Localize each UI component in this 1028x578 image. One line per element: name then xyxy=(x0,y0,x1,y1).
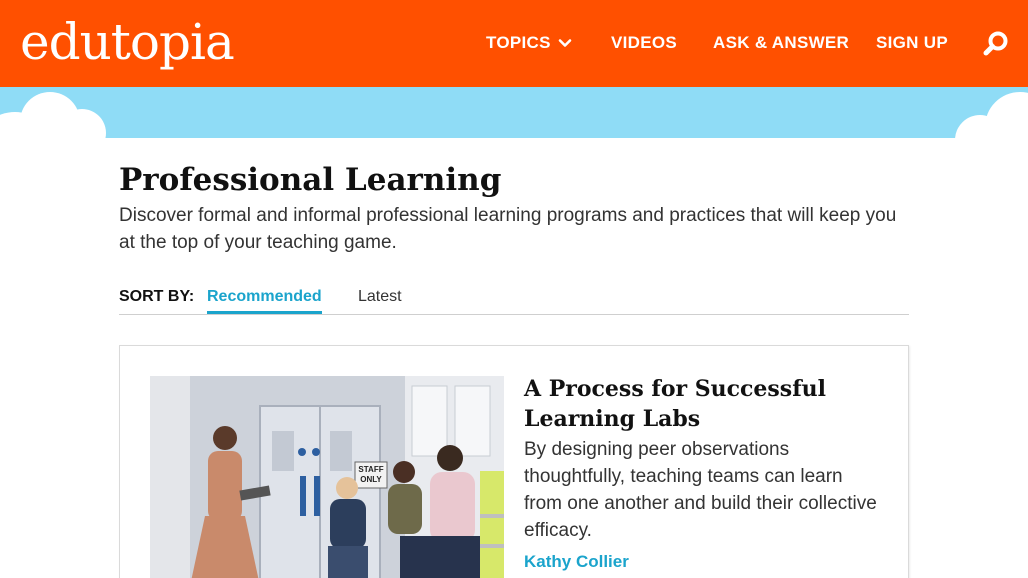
page-title: Professional Learning xyxy=(119,162,502,198)
cloud-shape xyxy=(985,92,1028,138)
page-description: Discover formal and informal professiona… xyxy=(119,205,897,253)
decorative-sky-banner xyxy=(0,87,1028,138)
sort-label: SORT BY: xyxy=(119,288,195,305)
article-author-link[interactable]: Kathy Collier xyxy=(524,552,884,572)
search-icon[interactable] xyxy=(982,30,1010,58)
article-image[interactable]: STAFF ONLY xyxy=(150,376,504,578)
edutopia-logo[interactable]: edutopia xyxy=(20,12,235,72)
chevron-down-icon xyxy=(558,39,572,47)
sort-option-latest[interactable]: Latest xyxy=(358,288,402,306)
nav-topics-label: TOPICS xyxy=(486,33,551,52)
article-title[interactable]: A Process for Successful Learning Labs xyxy=(524,374,884,434)
nav-videos[interactable]: VIDEOS xyxy=(611,33,677,53)
article-card[interactable]: STAFF ONLY A Process for Successful Lear… xyxy=(119,345,909,578)
nav-topics[interactable]: TOPICS xyxy=(486,33,573,53)
sort-bar: SORT BY: Recommended Latest xyxy=(119,283,909,315)
nav-ask-answer[interactable]: ASK & ANSWER xyxy=(713,33,849,53)
article-body: A Process for Successful Learning Labs B… xyxy=(524,374,884,572)
article-summary: By designing peer observations thoughtfu… xyxy=(524,439,877,541)
cloud-shape xyxy=(0,117,105,138)
svg-text:ONLY: ONLY xyxy=(360,475,382,484)
staff-only-sign: STAFF xyxy=(358,465,383,474)
site-header: edutopia TOPICS VIDEOS ASK & ANSWER SIGN… xyxy=(0,0,1028,87)
sort-option-recommended[interactable]: Recommended xyxy=(207,288,322,314)
article-photo-illustration: STAFF ONLY xyxy=(150,376,504,578)
page-intro: Professional Learning Discover formal an… xyxy=(119,160,909,256)
nav-sign-up[interactable]: SIGN UP xyxy=(876,33,948,53)
